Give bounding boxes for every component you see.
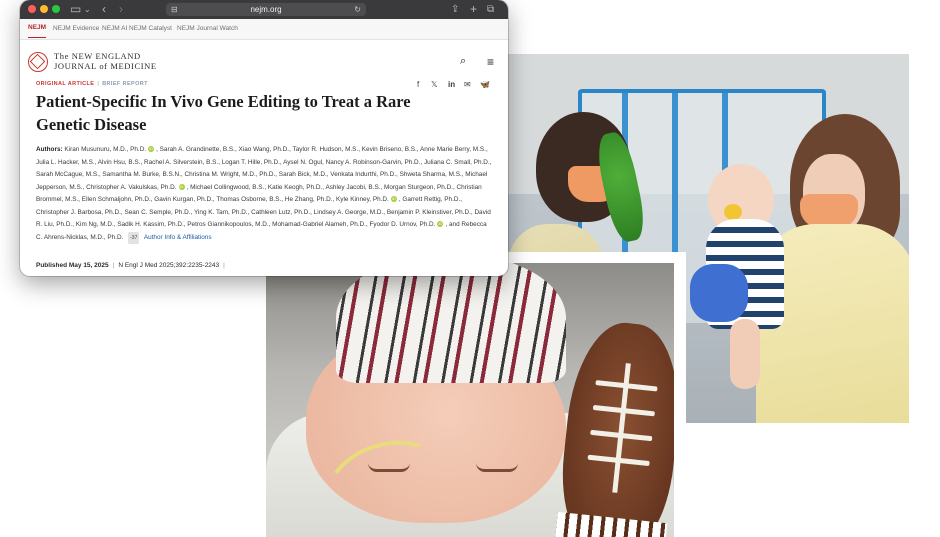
linkedin-icon[interactable]: in — [448, 80, 455, 89]
pub-separator-trailing: | — [223, 262, 225, 269]
close-window-button[interactable] — [28, 5, 36, 13]
article-kicker: ORIGINAL ARTICLE | BRIEF REPORT — [36, 81, 148, 87]
citation: N Engl J Med 2025;392:2235-2243 — [118, 262, 220, 269]
browser-titlebar: ▭ ⌄ ‹ › ⊟ nejm.org ↻ ⇪ + ⧉ — [20, 0, 508, 19]
new-tab-icon[interactable]: + — [470, 1, 477, 18]
page-settings-icon[interactable]: ⊟ — [171, 3, 178, 16]
address-bar[interactable]: ⊟ nejm.org ↻ — [166, 3, 366, 16]
article-type[interactable]: ORIGINAL ARTICLE — [36, 81, 94, 87]
url-text: nejm.org — [250, 5, 282, 14]
bluesky-icon[interactable]: 🦋 — [480, 80, 490, 89]
search-icon[interactable]: ⌕ — [460, 55, 466, 68]
authors-text[interactable]: Kiran Musunuru, M.D., Ph.D. — [64, 146, 146, 153]
publication-info: Published May 15, 2025 | N Engl J Med 2025… — [36, 262, 496, 269]
zoom-window-button[interactable] — [52, 5, 60, 13]
share-icon[interactable]: ⇪ — [451, 1, 459, 18]
closed-eye — [476, 463, 518, 472]
nav-item-nejm-ai[interactable]: NEJM AI — [102, 19, 127, 39]
crochet-football — [553, 317, 674, 537]
author-info-link[interactable]: Author Info & Affiliations — [144, 234, 212, 241]
x-icon[interactable]: 𝕏 — [431, 80, 437, 89]
tab-overview-icon[interactable]: ⧉ — [487, 1, 494, 18]
sidebar-toggle-icon[interactable]: ▭ — [70, 1, 81, 18]
mother-mask — [800, 194, 858, 228]
kicker-separator: | — [97, 81, 100, 87]
email-icon[interactable]: ✉ — [464, 80, 471, 89]
minimize-window-button[interactable] — [40, 5, 48, 13]
nav-item-nejm-journal-watch[interactable]: NEJM Journal Watch — [177, 19, 238, 39]
infant-patch — [724, 204, 742, 220]
back-icon[interactable]: ‹ — [102, 1, 106, 18]
article-subtype[interactable]: BRIEF REPORT — [102, 81, 148, 87]
masthead-line-2: JOURNAL of MEDICINE — [54, 61, 157, 71]
nejm-masthead[interactable]: The NEW ENGLAND JOURNAL of MEDICINE — [54, 51, 157, 72]
infant-leg — [730, 319, 760, 389]
nav-item-nejm[interactable]: NEJM — [28, 19, 47, 38]
pub-separator: | — [112, 262, 115, 269]
authors-label: Authors: — [36, 146, 63, 153]
nav-item-nejm-catalyst[interactable]: NEJM Catalyst — [129, 19, 172, 39]
masthead-line-1: The NEW ENGLAND — [54, 51, 141, 61]
orcid-icon[interactable]: iD — [390, 196, 397, 203]
forward-icon[interactable]: › — [119, 1, 123, 18]
nejm-logo-icon[interactable] — [28, 52, 48, 72]
published-date: Published May 15, 2025 — [36, 262, 109, 269]
football-stripe — [553, 511, 668, 537]
journal-nav: NEJM NEJM Evidence NEJM AI NEJM Catalyst… — [20, 19, 508, 40]
orcid-icon[interactable]: iD — [437, 221, 444, 228]
chevron-down-icon[interactable]: ⌄ — [84, 1, 91, 18]
orcid-icon[interactable]: iD — [178, 183, 185, 190]
newborn-photo — [255, 252, 686, 537]
author-list: Authors: Kiran Musunuru, M.D., Ph.D. iD, … — [36, 144, 494, 245]
blue-glove — [690, 264, 748, 322]
menu-icon[interactable]: ≡ — [487, 55, 494, 69]
reload-icon[interactable]: ↻ — [354, 3, 361, 16]
article-title: Patient-Specific In Vivo Gene Editing to… — [36, 92, 411, 134]
newborn-photo-image — [266, 263, 674, 537]
orcid-icon[interactable]: iD — [148, 146, 155, 152]
more-authors-badge[interactable]: -37 — [128, 231, 140, 245]
facebook-icon[interactable]: f — [417, 80, 419, 89]
browser-window: ▭ ⌄ ‹ › ⊟ nejm.org ↻ ⇪ + ⧉ NEJM NEJM Evi… — [20, 0, 508, 276]
striped-hat — [336, 263, 566, 383]
nav-item-nejm-evidence[interactable]: NEJM Evidence — [53, 19, 99, 39]
